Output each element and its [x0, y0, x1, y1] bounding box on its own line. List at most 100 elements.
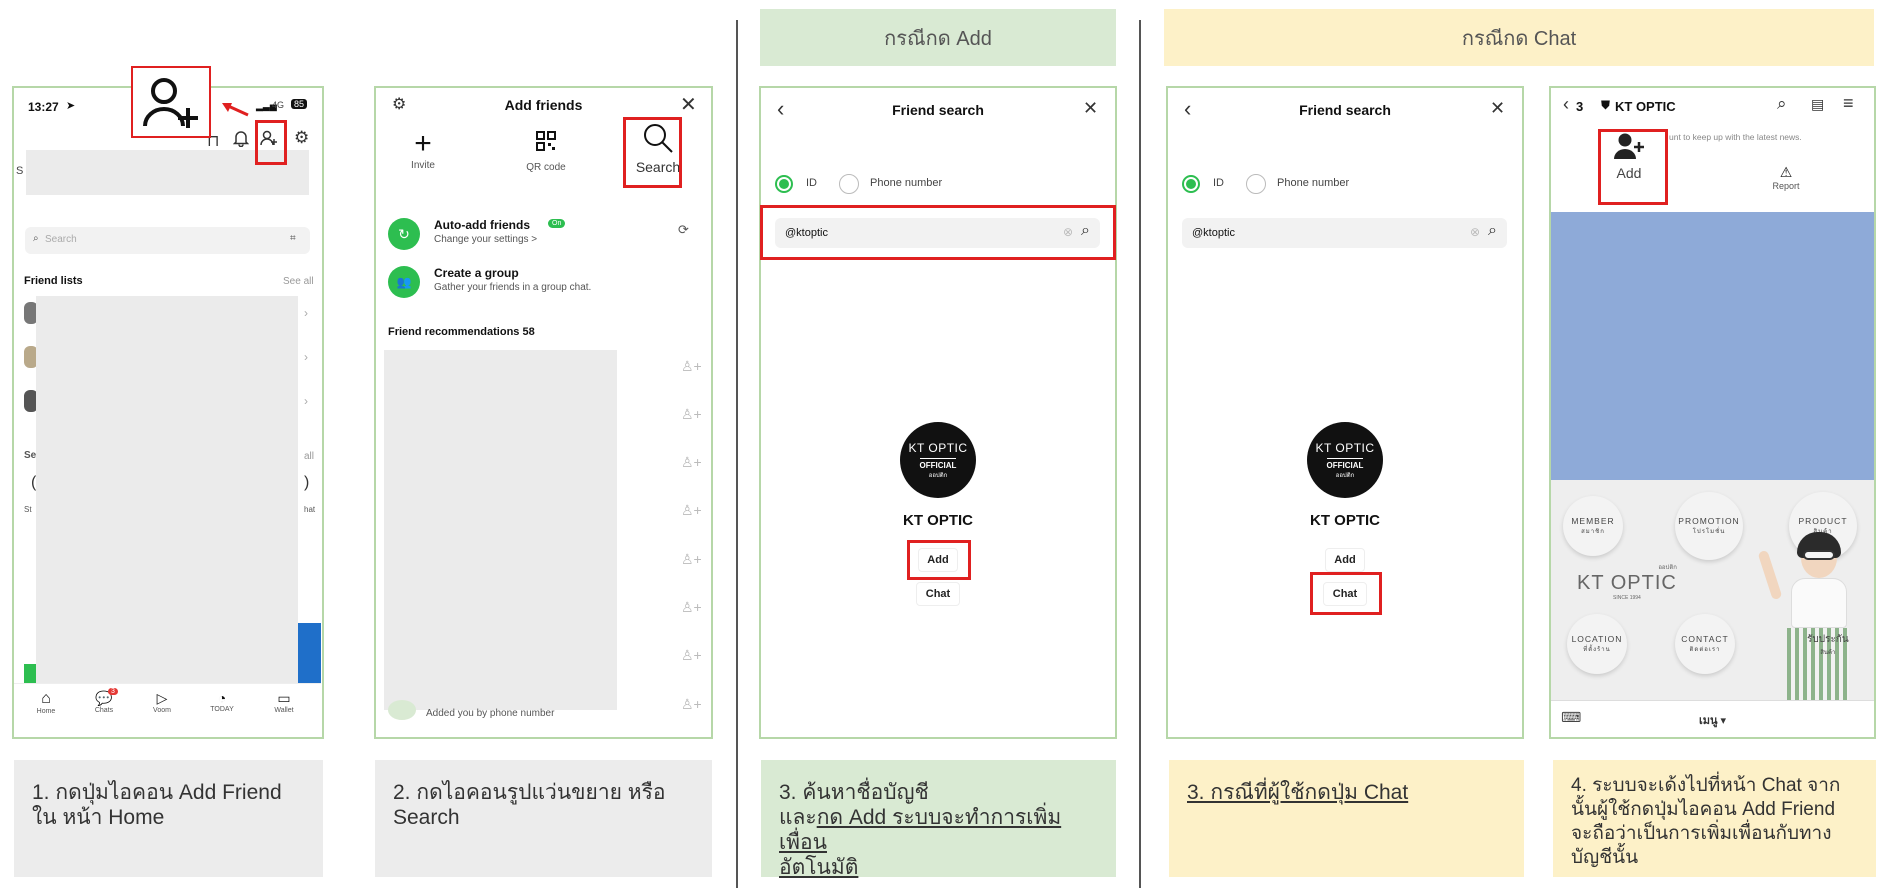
chevron-right-icon: ›	[304, 350, 308, 364]
logo-sub-text: OFFICIAL	[919, 457, 957, 470]
search-icon[interactable]: ⌕	[1488, 222, 1497, 240]
add-friend-icon[interactable]: ♙+	[681, 454, 702, 471]
friend-lists-label: Friend lists	[24, 275, 83, 287]
logo-tiny-text: ออปติก	[1335, 472, 1355, 479]
radio-id[interactable]	[775, 175, 793, 193]
rich-menu-title: รับประกัน	[1807, 634, 1849, 645]
bell-icon[interactable]	[232, 129, 250, 152]
auto-add-sub: Change your settings >	[434, 234, 538, 245]
create-group-row[interactable]: 👥 Create a group Gather your friends in …	[388, 264, 698, 300]
shield-icon: ⛊	[1601, 98, 1611, 112]
report-icon: ⚠	[1779, 164, 1793, 180]
tab-chats[interactable]: 💬 Chats 3	[84, 688, 124, 714]
friend-search-input[interactable]: @ktoptic ⊗ ⌕	[1182, 218, 1507, 248]
model-photo	[1757, 520, 1873, 700]
rich-menu-sub: ที่ตั้งร้าน	[1583, 647, 1611, 653]
tab-home[interactable]: ⌂ Home	[26, 690, 66, 715]
add-friend-icon[interactable]: ♙+	[681, 551, 702, 568]
rich-menu-sub: สมาชิก	[1581, 529, 1605, 535]
logo-tiny-text: ออปติก	[928, 472, 948, 479]
add-friend-icon[interactable]: ♙+	[681, 696, 702, 713]
home-search-input[interactable]: ⌕ Search ⌗	[25, 227, 310, 254]
add-friend-icon[interactable]: ♙+	[681, 647, 702, 664]
unread-badge: 3	[108, 688, 118, 695]
radio-phone[interactable]	[1246, 174, 1266, 194]
rich-menu-member[interactable]: MEMBER สมาชิก	[1563, 496, 1623, 556]
see-all-link[interactable]: See all	[283, 276, 314, 287]
account-name: KT OPTIC	[1310, 512, 1380, 529]
partial-section-link: all	[304, 451, 315, 462]
rich-menu-title: CONTACT	[1681, 634, 1729, 644]
add-button[interactable]: Add	[1325, 548, 1365, 572]
caption-text: 2. กดไอคอนรูปแว่นขยาย หรือ Search	[393, 781, 666, 829]
chat-button[interactable]: Chat	[916, 582, 960, 606]
add-notice-text: unt to keep up with the latest news.	[1669, 132, 1802, 142]
rich-menu-location[interactable]: LOCATION ที่ตั้งร้าน	[1567, 614, 1627, 674]
partial-letter: S	[16, 165, 24, 177]
brand-since: SINCE 1994	[1613, 595, 1641, 601]
report-button[interactable]: ⚠ Report	[1763, 164, 1809, 191]
caption-step-1: 1. กดปุ่มไอคอน Add Friend ใน หน้า Home	[14, 760, 323, 877]
refresh-icon[interactable]: ⟳	[678, 222, 689, 238]
rich-menu-sub: โปรโมชั่น	[1692, 529, 1726, 535]
report-label: Report	[1772, 181, 1800, 191]
invite-button[interactable]: + Invite	[398, 128, 448, 172]
tab-today[interactable]: ◔ TODAY	[202, 690, 242, 713]
auto-add-friends-row[interactable]: ↻ Auto-add friends On Change your settin…	[388, 216, 698, 252]
magnified-add-friend-callout	[131, 66, 211, 138]
search-icon[interactable]: ⌕	[1777, 94, 1787, 114]
close-icon[interactable]: ✕	[680, 92, 697, 117]
rich-menu-toggle[interactable]: เมนู ▾	[1551, 711, 1874, 729]
highlight-search-input	[760, 205, 1116, 260]
screen-title: Friend search	[892, 102, 984, 118]
profile-cover-area	[1551, 212, 1874, 480]
phone-screen-friend-search-chat: ‹ Friend search ✕ ID Phone number @ktopt…	[1166, 86, 1524, 739]
home-icon: ⌂	[41, 690, 51, 707]
caption-text: 4. ระบบจะเด้งไปที่หน้า Chat จาก นั้นผู้ใ…	[1571, 775, 1841, 868]
add-friend-icon	[143, 78, 198, 128]
play-icon: ▷	[156, 690, 168, 706]
close-icon[interactable]: ✕	[1083, 98, 1098, 119]
radio-id-label: ID	[806, 177, 817, 189]
section-header-chat: กรณีกด Chat	[1164, 9, 1874, 66]
menu-icon[interactable]: ≡	[1843, 93, 1854, 114]
rich-menu-sub: สินค้า	[1820, 650, 1836, 656]
chevron-right-icon: ›	[304, 394, 308, 408]
highlight-search-button	[623, 117, 682, 188]
partial-section-label: Se	[24, 450, 37, 461]
rich-menu-promotion[interactable]: PROMOTION โปรโมชั่น	[1675, 492, 1743, 560]
add-friend-icon[interactable]: ♙+	[681, 502, 702, 519]
model-arm	[1757, 549, 1783, 601]
notes-icon[interactable]: ▤	[1811, 96, 1824, 113]
clear-icon[interactable]: ⊗	[1470, 225, 1480, 239]
caption-step-3: 3. ค้นหาชื่อบัญชี และกด Add ระบบจะทำการเ…	[761, 760, 1116, 879]
settings-icon[interactable]: ⚙	[294, 128, 309, 148]
chat-bubble-icon: 💬	[95, 690, 113, 706]
tab-voom[interactable]: ▷ Voom	[142, 690, 182, 714]
section-header-add: กรณีกด Add	[760, 9, 1116, 66]
tab-wallet[interactable]: ▭ Wallet	[264, 690, 304, 714]
highlight-add-friend-button	[1598, 129, 1668, 205]
qr-code-button[interactable]: QR code	[516, 131, 576, 173]
rich-menu-warranty[interactable]: รับประกัน สินค้า	[1807, 632, 1849, 657]
back-icon[interactable]: ‹	[1563, 94, 1569, 115]
logo-main-text: KT OPTIC	[1315, 440, 1375, 455]
partial-bracket: )	[304, 474, 310, 491]
add-friend-icon[interactable]: ♙+	[681, 406, 702, 423]
add-friend-icon[interactable]: ♙+	[681, 599, 702, 616]
avatar	[388, 700, 416, 720]
logo-main-text: KT OPTIC	[908, 440, 968, 455]
scan-icon[interactable]: ⌗	[290, 233, 296, 244]
caption-line-2: และกด Add ระบบจะทำการเพิ่มเพื่อน	[779, 805, 1098, 855]
chat-bottom-bar: ⌨ เมนู ▾	[1551, 700, 1874, 737]
group-icon: 👥	[388, 266, 420, 298]
radio-id[interactable]	[1182, 175, 1200, 193]
radio-phone[interactable]	[839, 174, 859, 194]
rich-menu-contact[interactable]: CONTACT ติดต่อเรา	[1675, 614, 1735, 674]
close-icon[interactable]: ✕	[1490, 98, 1505, 119]
add-friend-icon[interactable]: ♙+	[681, 358, 702, 375]
auto-add-icon: ↻	[388, 218, 420, 250]
chevron-right-icon: ›	[304, 306, 308, 320]
caption-step-3b: 3. กรณีที่ผู้ใช้กดปุ่ม Chat	[1169, 760, 1524, 877]
radio-id-label: ID	[1213, 177, 1224, 189]
